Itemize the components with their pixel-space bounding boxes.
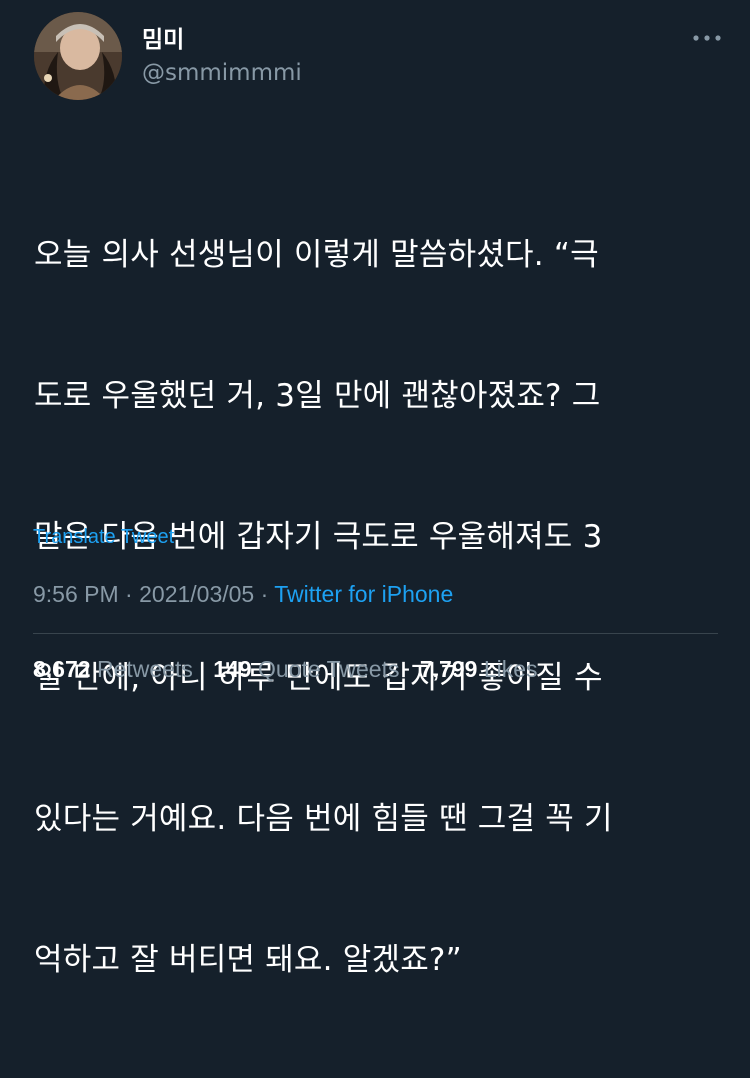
quote-tweets-count: 149 bbox=[213, 656, 252, 682]
likes-count: 7,799 bbox=[419, 656, 478, 682]
tweet-text-line: 도로 우울했던 거, 3일 만에 괜찮아졌죠? 그 bbox=[34, 378, 601, 414]
meta-separator: · bbox=[254, 581, 275, 607]
tweet-time[interactable]: 9:56 PM bbox=[33, 581, 119, 607]
tweet-source-link[interactable]: Twitter for iPhone bbox=[274, 581, 453, 607]
likes-label: Likes bbox=[483, 656, 538, 682]
retweets-label: Retweets bbox=[96, 656, 193, 682]
divider bbox=[33, 633, 718, 634]
quote-tweets-stat[interactable]: 149 Quote Tweets bbox=[213, 654, 399, 684]
likes-stat[interactable]: 7,799 Likes bbox=[420, 654, 538, 684]
tweet-text-line: 억하고 잘 버티면 돼요. 알겠죠?” bbox=[34, 942, 462, 978]
more-horizontal-icon[interactable] bbox=[690, 30, 724, 44]
quote-tweets-label: Quote Tweets bbox=[257, 656, 400, 682]
tweet-text-line: 오늘 의사 선생님이 이렇게 말씀하셨다. “극 bbox=[34, 237, 599, 273]
avatar[interactable] bbox=[34, 12, 122, 100]
retweets-stat[interactable]: 8,672 Retweets bbox=[33, 654, 193, 684]
tweet-date[interactable]: 2021/03/05 bbox=[139, 581, 254, 607]
avatar-image bbox=[34, 12, 122, 100]
meta-separator: · bbox=[118, 581, 140, 607]
tweet-stats: 8,672 Retweets 149 Quote Tweets 7,799 Li… bbox=[33, 654, 552, 684]
user-handle[interactable]: @smmimmmi bbox=[142, 59, 302, 87]
tweet-meta: 9:56 PM · 2021/03/05 · Twitter for iPhon… bbox=[33, 579, 453, 609]
tweet-text-line: 있다는 거예요. 다음 번에 힘들 땐 그걸 꼭 기 bbox=[34, 801, 613, 837]
tweet-detail: 밈미 @smmimmmi 오늘 의사 선생님이 이렇게 말씀하셨다. “극 도로… bbox=[0, 0, 750, 978]
display-name[interactable]: 밈미 bbox=[142, 26, 184, 54]
tweet-header: 밈미 @smmimmmi bbox=[34, 12, 724, 100]
translate-tweet-link[interactable]: Translate Tweet bbox=[33, 526, 174, 549]
retweets-count: 8,672 bbox=[33, 656, 91, 682]
